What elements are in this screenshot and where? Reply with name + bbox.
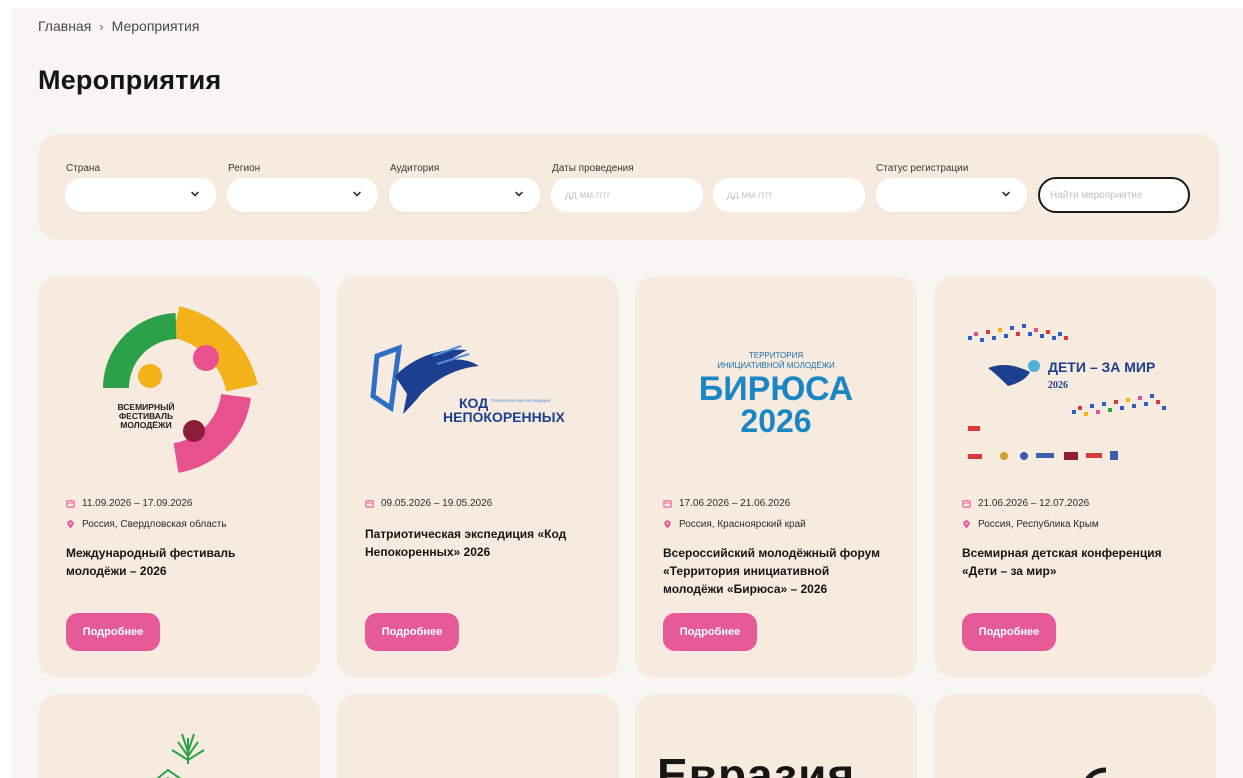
event-card: КОД Патриотическая экспедиция НЕПОКОРЕНН… xyxy=(337,276,619,678)
chevron-down-icon xyxy=(999,187,1013,201)
details-button[interactable]: Подробнее xyxy=(962,613,1056,651)
calendar-icon xyxy=(962,500,971,508)
partial-logo xyxy=(1085,767,1107,778)
event-title[interactable]: Патриотическая экспедиция «Код Непокорен… xyxy=(365,525,595,561)
details-button[interactable]: Подробнее xyxy=(663,613,757,651)
event-location: Россия, Свердловская область xyxy=(66,519,227,530)
chevron-down-icon xyxy=(512,187,526,201)
breadcrumb-current: Мероприятия xyxy=(111,18,200,34)
pixel-dots-top xyxy=(968,324,1068,342)
dates-label: Даты проведения xyxy=(552,163,634,174)
breadcrumb: Главная › Мероприятия xyxy=(38,18,199,34)
biryusa-logo-line2: ИНИЦИАТИВНОЙ МОЛОДЁЖИ xyxy=(717,361,835,370)
region-label: Регион xyxy=(228,163,261,174)
event-card: ДЕТИ – ЗА МИР 2026 21.06.2026 – 12.07.20… xyxy=(934,276,1216,678)
event-location: Россия, Красноярский край xyxy=(663,519,806,530)
location-pin-icon xyxy=(67,520,74,529)
event-dates-text: 17.06.2026 – 21.06.2026 xyxy=(679,498,791,509)
event-card-partial xyxy=(38,694,320,778)
event-card: ВСЕМИРНЫЙ ФЕСТИВАЛЬ МОЛОДЁЖИ 11.09.2026 … xyxy=(38,276,320,678)
location-pin-icon xyxy=(664,520,671,529)
deti-za-mir-logo: ДЕТИ – ЗА МИР 2026 xyxy=(934,276,1216,484)
event-card-partial xyxy=(934,694,1216,778)
tree-logo xyxy=(156,733,205,778)
calendar-icon xyxy=(365,500,374,508)
event-title[interactable]: Международный фестиваль молодёжи – 2026 xyxy=(66,544,296,580)
event-dates-text: 09.05.2026 – 19.05.2026 xyxy=(381,498,493,509)
kod-logo-subtitle: Патриотическая экспедиция xyxy=(491,398,551,403)
event-dates: 09.05.2026 – 19.05.2026 xyxy=(365,498,492,509)
event-dates: 11.09.2026 – 17.09.2026 xyxy=(66,498,192,509)
event-card-partial xyxy=(337,694,619,778)
country-select[interactable] xyxy=(65,178,216,212)
evraziya-logo-text: Евразия xyxy=(657,749,856,778)
calendar-icon xyxy=(66,500,75,508)
search-input[interactable] xyxy=(1038,177,1190,213)
festival-logo-line3: МОЛОДЁЖИ xyxy=(120,420,171,430)
event-dates: 21.06.2026 – 12.07.2026 xyxy=(962,498,1089,509)
event-card: ТЕРРИТОРИЯ ИНИЦИАТИВНОЙ МОЛОДЁЖИ БИРЮСА … xyxy=(635,276,917,678)
event-dates-text: 11.09.2026 – 17.09.2026 xyxy=(82,498,193,509)
breadcrumb-home-link[interactable]: Главная xyxy=(38,18,91,34)
event-dates-text: 21.06.2026 – 12.07.2026 xyxy=(978,498,1090,509)
audience-select[interactable] xyxy=(389,178,540,212)
country-label: Страна xyxy=(66,163,101,174)
biryusa-logo: ТЕРРИТОРИЯ ИНИЦИАТИВНОЙ МОЛОДЁЖИ БИРЮСА … xyxy=(635,276,917,484)
chevron-down-icon xyxy=(188,187,202,201)
details-button[interactable]: Подробнее xyxy=(365,613,459,651)
festival-logo: ВСЕМИРНЫЙ ФЕСТИВАЛЬ МОЛОДЁЖИ xyxy=(38,276,320,484)
filters-panel: Страна Регион Аудитория Даты проведения … xyxy=(38,134,1219,240)
event-location-text: Россия, Республика Крым xyxy=(978,519,1099,530)
details-button[interactable]: Подробнее xyxy=(66,613,160,651)
event-dates: 17.06.2026 – 21.06.2026 xyxy=(663,498,790,509)
calendar-icon xyxy=(663,500,672,508)
date-to-input[interactable] xyxy=(713,178,865,212)
event-location-text: Россия, Красноярский край xyxy=(679,519,806,530)
event-location-text: Россия, Свердловская область xyxy=(82,519,227,530)
audience-label: Аудитория xyxy=(390,163,440,174)
biryusa-logo-year: 2026 xyxy=(740,403,811,439)
event-card-partial: Евразия xyxy=(635,694,917,778)
deti-logo-year: 2026 xyxy=(1048,380,1068,391)
biryusa-logo-line1: ТЕРРИТОРИЯ xyxy=(749,351,803,360)
breadcrumb-separator: › xyxy=(99,18,104,34)
page-title: Мероприятия xyxy=(38,65,222,95)
status-select[interactable] xyxy=(876,178,1027,212)
date-from-input[interactable] xyxy=(551,178,703,212)
location-pin-icon xyxy=(963,520,970,529)
kod-nepokorennykh-logo: КОД Патриотическая экспедиция НЕПОКОРЕНН… xyxy=(337,276,619,484)
status-label: Статус регистрации xyxy=(876,163,969,174)
event-title[interactable]: Всероссийский молодёжный форум «Территор… xyxy=(663,544,893,598)
event-title[interactable]: Всемирная детская конференция «Дети – за… xyxy=(962,544,1192,580)
event-location: Россия, Республика Крым xyxy=(962,519,1099,530)
pixel-dots-bottom xyxy=(1072,394,1166,416)
chevron-down-icon xyxy=(350,187,364,201)
region-select[interactable] xyxy=(227,178,378,212)
deti-logo-title: ДЕТИ – ЗА МИР xyxy=(1048,359,1155,375)
kod-logo-line2: НЕПОКОРЕННЫХ xyxy=(443,409,565,425)
page: Главная › Мероприятия Мероприятия Страна… xyxy=(12,8,1243,778)
